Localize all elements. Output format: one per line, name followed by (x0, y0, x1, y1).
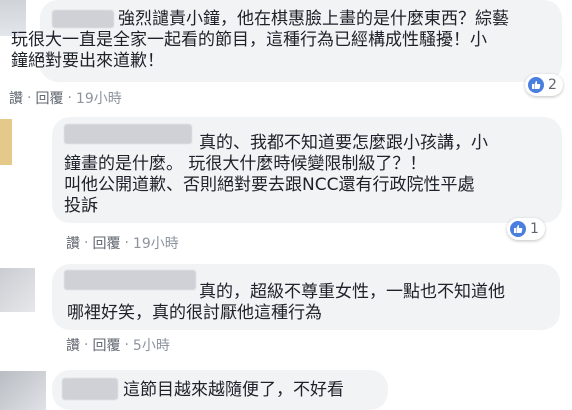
reaction-count-pill[interactable]: 2 (525, 74, 563, 96)
separator-dot: · (27, 90, 32, 106)
like-link[interactable]: 讚 (66, 233, 80, 253)
comment-text-line: 哪裡好笑，真的很討厭他這種行為 (67, 303, 322, 323)
commenter-avatar[interactable] (0, 268, 35, 312)
separator-dot: · (124, 235, 129, 251)
comment-text-line: 玩很大一直是全家一起看的節目，這種行為已經構成性騷擾！小 (11, 30, 487, 50)
comment-actions: 讚 · 回覆 · 19小時 (9, 88, 122, 108)
comment-text-line: 投訴 (64, 196, 98, 216)
commenter-name-redacted[interactable] (64, 124, 192, 144)
separator-dot: · (124, 337, 129, 353)
comment-actions: 讚 · 回覆 · 5小時 (66, 335, 170, 355)
reaction-count: 2 (548, 77, 557, 93)
thumbs-up-icon (510, 221, 526, 237)
comment-text-line: 強烈譴責小鐘，他在棋惠臉上畫的是什麼東西？綜藝 (118, 9, 509, 29)
comment-text-line: 這節目越來越隨便了，不好看 (123, 380, 344, 400)
commenter-name-redacted[interactable] (62, 378, 118, 400)
commenter-avatar[interactable] (0, 119, 12, 165)
like-link[interactable]: 讚 (66, 335, 80, 355)
comment-timestamp[interactable]: 19小時 (76, 88, 122, 108)
like-link[interactable]: 讚 (9, 88, 23, 108)
comment-timestamp[interactable]: 19小時 (133, 233, 179, 253)
commenter-name-redacted[interactable] (64, 270, 196, 290)
comment-text-line: 鐘畫的是什麼。 玩很大什麼時候變限制級了？！ (64, 154, 427, 174)
separator-dot: · (84, 235, 89, 251)
reply-link[interactable]: 回覆 (92, 233, 120, 253)
comment-text-line: 叫他公開道歉、否則絕對要去跟NCC還有行政院性平處 (64, 175, 475, 195)
separator-dot: · (67, 90, 72, 106)
comment-text-line: 鐘絕對要出來道歉！ (11, 51, 164, 71)
commenter-avatar[interactable] (0, 371, 46, 410)
reaction-count-pill[interactable]: 1 (507, 218, 545, 240)
reply-link[interactable]: 回覆 (92, 335, 120, 355)
separator-dot: · (84, 337, 89, 353)
commenter-name-redacted[interactable] (52, 10, 114, 28)
reply-link[interactable]: 回覆 (35, 88, 63, 108)
comment-text-line: 真的、我都不知道要怎麼跟小孩講，小 (199, 133, 488, 153)
thumbs-up-icon (528, 77, 544, 93)
comment-timestamp[interactable]: 5小時 (133, 335, 170, 355)
comment-actions: 讚 · 回覆 · 19小時 (66, 233, 179, 253)
reaction-count: 1 (530, 221, 539, 237)
comment-text-line: 真的，超級不尊重女性，一點也不知道他 (199, 282, 505, 302)
